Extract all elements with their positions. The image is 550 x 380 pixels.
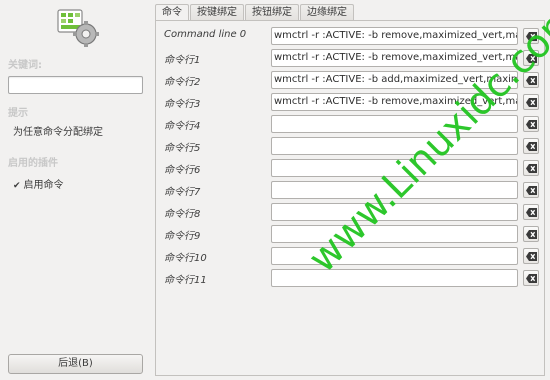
clear-icon: [526, 54, 537, 63]
plugin-enable-label: 启用命令: [23, 180, 64, 191]
clear-icon: [526, 274, 537, 283]
clear-icon: [526, 120, 537, 129]
command-row: 命令行9: [164, 225, 539, 243]
command-row: 命令行10: [164, 247, 539, 265]
command-input[interactable]: [271, 225, 518, 243]
clear-button[interactable]: [523, 116, 539, 132]
clear-icon: [526, 98, 537, 107]
command-input[interactable]: wmctrl -r :ACTIVE: -b remove,maximized_v…: [271, 49, 518, 67]
command-row: 命令行3 wmctrl -r :ACTIVE: -b remove,maximiz…: [164, 93, 539, 111]
command-row: 命令行11: [164, 269, 539, 287]
clear-icon: [526, 208, 537, 217]
command-label: 命令行5: [164, 143, 201, 154]
plugin-heading: 启用的插件: [8, 158, 58, 169]
command-label: 命令行11: [164, 275, 207, 286]
clear-icon: [526, 76, 537, 85]
command-label: 命令行10: [164, 253, 207, 264]
command-row: 命令行2 wmctrl -r :ACTIVE: -b add,maximized_…: [164, 71, 539, 89]
command-label: 命令行6: [164, 165, 201, 176]
tab-button-bindings[interactable]: 按钮绑定: [245, 4, 299, 21]
command-input[interactable]: [271, 137, 518, 155]
clear-icon: [526, 186, 537, 195]
command-row: 命令行1 wmctrl -r :ACTIVE: -b remove,maximiz…: [164, 49, 539, 67]
clear-button[interactable]: [523, 94, 539, 110]
sidebar: 关键词: 提示 为任意命令分配绑定 启用的插件 ✔ 启用命令 后退(B): [0, 0, 152, 380]
clear-button[interactable]: [523, 138, 539, 154]
command-input[interactable]: wmctrl -r :ACTIVE: -b remove,maximized_v…: [271, 27, 518, 45]
clear-button[interactable]: [523, 160, 539, 176]
hint-text: 为任意命令分配绑定: [13, 127, 103, 138]
search-input[interactable]: [8, 76, 143, 94]
command-input[interactable]: [271, 159, 518, 177]
checkmark-icon: ✔: [13, 181, 21, 191]
tab-key-bindings[interactable]: 按键绑定: [190, 4, 244, 21]
tab-commands[interactable]: 命令: [155, 4, 189, 21]
clear-button[interactable]: [523, 270, 539, 286]
command-input[interactable]: [271, 181, 518, 199]
command-input[interactable]: [271, 269, 518, 287]
command-input[interactable]: [271, 115, 518, 133]
search-label: 关键词:: [8, 60, 42, 71]
command-row: 命令行7: [164, 181, 539, 199]
command-label: 命令行8: [164, 209, 201, 220]
plugin-enable-checkbox[interactable]: ✔ 启用命令: [8, 177, 148, 195]
command-row: Command line 0 wmctrl -r :ACTIVE: -b remo…: [164, 27, 539, 45]
commands-panel: Command line 0 wmctrl -r :ACTIVE: -b remo…: [155, 20, 545, 376]
command-label: 命令行2: [164, 77, 201, 88]
command-label: 命令行4: [164, 121, 201, 132]
command-label: 命令行9: [164, 231, 201, 242]
compiz-plugin-icon: [56, 8, 100, 48]
clear-button[interactable]: [523, 226, 539, 242]
tab-edge-bindings[interactable]: 边缘绑定: [300, 4, 354, 21]
command-label: 命令行7: [164, 187, 201, 198]
command-label: Command line 0: [164, 29, 247, 40]
command-row: 命令行6: [164, 159, 539, 177]
command-input[interactable]: wmctrl -r :ACTIVE: -b remove,maximized_v…: [271, 93, 518, 111]
command-row: 命令行5: [164, 137, 539, 155]
clear-icon: [526, 252, 537, 261]
back-button[interactable]: 后退(B): [8, 354, 143, 374]
clear-button[interactable]: [523, 248, 539, 264]
command-input[interactable]: wmctrl -r :ACTIVE: -b add,maximized_vert…: [271, 71, 518, 89]
command-input[interactable]: [271, 247, 518, 265]
command-label: 命令行3: [164, 99, 201, 110]
clear-button[interactable]: [523, 72, 539, 88]
clear-icon: [526, 164, 537, 173]
clear-icon: [526, 230, 537, 239]
command-row: 命令行8: [164, 203, 539, 221]
clear-icon: [526, 32, 537, 41]
clear-button[interactable]: [523, 204, 539, 220]
command-row: 命令行4: [164, 115, 539, 133]
clear-icon: [526, 142, 537, 151]
hint-heading: 提示: [8, 108, 28, 119]
clear-button[interactable]: [523, 28, 539, 44]
tab-bar: 命令 按键绑定 按钮绑定 边缘绑定: [155, 4, 355, 21]
command-input[interactable]: [271, 203, 518, 221]
clear-button[interactable]: [523, 50, 539, 66]
command-label: 命令行1: [164, 55, 201, 66]
clear-button[interactable]: [523, 182, 539, 198]
